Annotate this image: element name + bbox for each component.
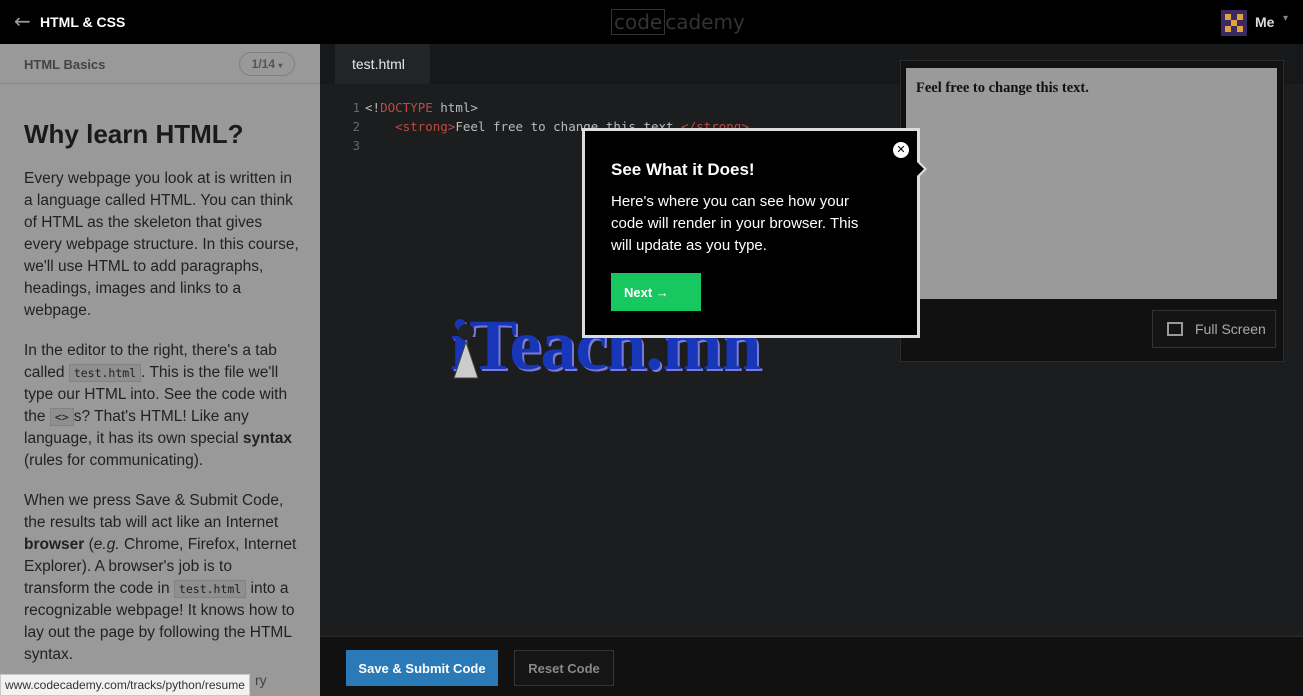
avatar-pixel bbox=[1237, 26, 1243, 32]
avatar[interactable] bbox=[1221, 10, 1247, 36]
lesson-paragraph-2: In the editor to the right, there's a ta… bbox=[24, 340, 300, 472]
close-icon[interactable]: ✕ bbox=[893, 142, 909, 158]
tab-test-html[interactable]: test.html bbox=[335, 44, 430, 84]
code-token: html> bbox=[432, 100, 478, 115]
lesson-paragraph-3: When we press Save & Submit Code, the re… bbox=[24, 490, 300, 666]
fullscreen-button[interactable]: Full Screen bbox=[1152, 310, 1276, 348]
status-url: www.codecademy.com/tracks/python/resume bbox=[0, 674, 250, 696]
line-number: 1 bbox=[352, 100, 360, 115]
fullscreen-label: Full Screen bbox=[1195, 321, 1266, 337]
code-line-1: <!DOCTYPE html> bbox=[365, 98, 749, 117]
avatar-pixel bbox=[1225, 26, 1231, 32]
popup-pointer-inner bbox=[917, 162, 924, 176]
lesson-paragraph-1: Every webpage you look at is written in … bbox=[24, 170, 299, 319]
bold-term: syntax bbox=[242, 430, 292, 447]
logo-box-text: code bbox=[611, 9, 666, 35]
preview-panel: Feel free to change this text. Full Scre… bbox=[900, 60, 1284, 362]
text: When we press Save & Submit Code, the re… bbox=[24, 492, 284, 531]
popup-body: Here's where you can see how your code w… bbox=[611, 193, 859, 254]
arrow-left-icon[interactable]: ← bbox=[14, 11, 36, 33]
preview-page: Feel free to change this text. bbox=[906, 68, 1277, 299]
line-number: 3 bbox=[352, 138, 360, 153]
inline-code: test.html bbox=[68, 364, 142, 382]
lesson-pager[interactable]: 1/14 ▾ bbox=[239, 52, 295, 76]
code-token: <strong> bbox=[395, 119, 456, 134]
avatar-pixel bbox=[1237, 14, 1243, 20]
popup-title: See What it Does! bbox=[611, 160, 755, 179]
code-token: <! bbox=[365, 100, 381, 115]
user-menu-label[interactable]: Me bbox=[1255, 14, 1274, 30]
line-number: 2 bbox=[352, 119, 360, 134]
code-token: DOCTYPE bbox=[380, 100, 433, 115]
lesson-panel: HTML Basics 1/14 ▾ Why learn HTML? Every… bbox=[0, 44, 320, 696]
bold-term: browser bbox=[24, 536, 85, 553]
pager-label: 1/14 bbox=[251, 57, 275, 71]
logo-text: cademy bbox=[665, 10, 745, 34]
italic-term: e.g. bbox=[93, 536, 120, 553]
unit-name: HTML Basics bbox=[24, 57, 106, 72]
next-button[interactable]: Next → bbox=[611, 273, 701, 311]
watermark-figure-icon bbox=[453, 324, 479, 379]
fullscreen-icon bbox=[1167, 322, 1183, 336]
chevron-down-icon: ▾ bbox=[278, 61, 283, 70]
hidden-link-text[interactable]: ry bbox=[255, 672, 267, 688]
reset-code-button[interactable]: Reset Code bbox=[514, 650, 614, 686]
editor-footer: Save & Submit Code Reset Code bbox=[320, 636, 1303, 696]
chevron-down-icon[interactable]: ▾ bbox=[1283, 13, 1288, 24]
top-bar: ← HTML & CSS code cademy Me ▾ bbox=[0, 0, 1303, 44]
save-submit-button[interactable]: Save & Submit Code bbox=[346, 650, 498, 686]
lesson-header: HTML Basics 1/14 ▾ bbox=[0, 44, 320, 84]
lesson-title: Why learn HTML? bbox=[24, 119, 244, 149]
lesson-body: Why learn HTML? Every webpage you look a… bbox=[24, 119, 300, 684]
course-title[interactable]: HTML & CSS bbox=[40, 14, 125, 30]
inline-code: <> bbox=[49, 408, 74, 426]
inline-code: test.html bbox=[173, 580, 247, 598]
codecademy-logo[interactable]: code cademy bbox=[611, 9, 745, 35]
onboarding-popup: ✕ See What it Does! Here's where you can… bbox=[582, 128, 927, 338]
text: (rules for communicating). bbox=[24, 452, 204, 469]
line-numbers: 1 2 3 bbox=[320, 98, 360, 155]
